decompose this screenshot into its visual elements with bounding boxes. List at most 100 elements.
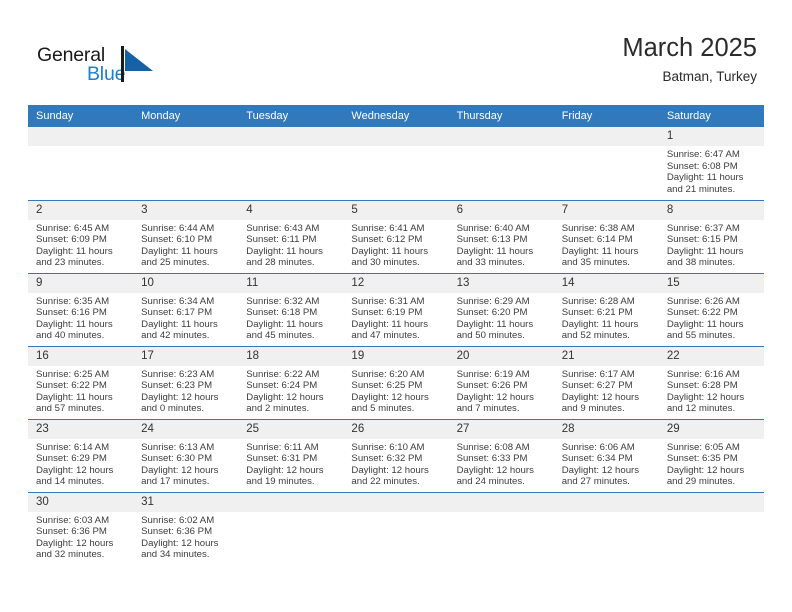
sunset-text: Sunset: 6:18 PM	[246, 307, 318, 319]
day-number	[28, 127, 134, 146]
sunrise-text: Sunrise: 6:34 AM	[141, 295, 215, 307]
day-cell[interactable]: 14 Sunrise: 6:28 AM Sunset: 6:21 PM Dayligh…	[553, 272, 659, 346]
weekday-header-row: Sunday Monday Tuesday Wednesday Thursday…	[28, 105, 764, 127]
sunrise-text: Sunrise: 6:43 AM	[246, 222, 320, 234]
daylight-text-line1: Daylight: 11 hours	[141, 318, 218, 330]
sunrise-text: Sunrise: 6:25 AM	[36, 368, 110, 380]
day-number: 28	[553, 419, 659, 439]
sunrise-text: Sunrise: 6:32 AM	[246, 295, 320, 307]
sunset-text: Sunset: 6:21 PM	[561, 307, 633, 319]
day-details: Sunrise: 6:11 AM Sunset: 6:31 PM Daylight:…	[238, 439, 343, 488]
day-cell[interactable]: 24 Sunrise: 6:13 AM Sunset: 6:30 PM Dayligh…	[133, 418, 239, 492]
daylight-text-line2: and 27 minutes.	[561, 476, 630, 488]
sunrise-text: Sunrise: 6:35 AM	[36, 295, 110, 307]
blue-triangle-flag-icon	[121, 46, 155, 82]
day-cell[interactable]: 16 Sunrise: 6:25 AM Sunset: 6:22 PM Dayligh…	[28, 345, 134, 419]
day-cell[interactable]: 4 Sunrise: 6:43 AM Sunset: 6:11 PM Daylight…	[238, 199, 344, 273]
day-number	[343, 492, 449, 512]
day-cell[interactable]: 18 Sunrise: 6:22 AM Sunset: 6:24 PM Dayligh…	[238, 345, 344, 419]
day-number: 7	[553, 200, 659, 220]
weekday-header-friday: Friday	[553, 105, 659, 127]
day-cell[interactable]: 27 Sunrise: 6:08 AM Sunset: 6:33 PM Dayligh…	[448, 418, 554, 492]
day-details: Sunrise: 6:20 AM Sunset: 6:25 PM Daylight:…	[343, 366, 448, 415]
day-cell[interactable]: 30 Sunrise: 6:03 AM Sunset: 6:36 PM Dayligh…	[28, 491, 134, 565]
calendar-body: 1 Sunrise: 6:47 AM Sunset: 6:08 PM Dayli…	[28, 127, 764, 565]
daylight-text-line1: Daylight: 11 hours	[561, 318, 639, 330]
day-cell[interactable]: 7 Sunrise: 6:38 AM Sunset: 6:14 PM Daylight…	[553, 199, 659, 273]
daylight-text-line2: and 57 minutes.	[36, 403, 105, 415]
sunrise-text: Sunrise: 6:44 AM	[141, 222, 215, 234]
sunrise-text: Sunrise: 6:13 AM	[141, 441, 215, 453]
day-cell[interactable]: 12 Sunrise: 6:31 AM Sunset: 6:19 PM Dayligh…	[343, 272, 449, 346]
day-cell[interactable]: 31 Sunrise: 6:02 AM Sunset: 6:36 PM Dayligh…	[133, 491, 239, 565]
day-cell[interactable]: 20 Sunrise: 6:19 AM Sunset: 6:26 PM Dayligh…	[448, 345, 554, 419]
day-number: 9	[28, 273, 134, 293]
day-number	[343, 127, 449, 146]
day-number: 5	[343, 200, 449, 220]
day-details: Sunrise: 6:05 AM Sunset: 6:35 PM Daylight:…	[659, 439, 764, 488]
brand-logo[interactable]: General Blue	[37, 44, 157, 90]
day-cell[interactable]: 23 Sunrise: 6:14 AM Sunset: 6:29 PM Dayligh…	[28, 418, 134, 492]
daylight-text-line1: Daylight: 11 hours	[36, 245, 113, 257]
day-details: Sunrise: 6:44 AM Sunset: 6:10 PM Daylight:…	[133, 220, 238, 269]
day-cell[interactable]: 22 Sunrise: 6:16 AM Sunset: 6:28 PM Dayligh…	[658, 345, 764, 419]
day-cell[interactable]: 26 Sunrise: 6:10 AM Sunset: 6:32 PM Dayligh…	[343, 418, 449, 492]
day-number: 17	[133, 346, 239, 366]
day-cell[interactable]: 10 Sunrise: 6:34 AM Sunset: 6:17 PM Dayligh…	[133, 272, 239, 346]
day-number	[658, 492, 764, 512]
day-cell[interactable]: 25 Sunrise: 6:11 AM Sunset: 6:31 PM Dayligh…	[238, 418, 344, 492]
sunset-text: Sunset: 6:33 PM	[456, 453, 528, 465]
day-number: 6	[448, 200, 554, 220]
day-number: 4	[238, 200, 344, 220]
sunset-text: Sunset: 6:13 PM	[456, 234, 528, 246]
day-cell-empty	[553, 127, 659, 200]
day-cell[interactable]: 1 Sunrise: 6:47 AM Sunset: 6:08 PM Dayli…	[658, 127, 764, 200]
day-cell-empty	[343, 127, 449, 200]
daylight-text-line1: Daylight: 12 hours	[141, 391, 219, 403]
day-cell[interactable]: 19 Sunrise: 6:20 AM Sunset: 6:25 PM Dayligh…	[343, 345, 449, 419]
day-details: Sunrise: 6:25 AM Sunset: 6:22 PM Daylight:…	[28, 366, 133, 415]
sunset-text: Sunset: 6:16 PM	[36, 307, 107, 319]
day-number: 21	[553, 346, 659, 366]
sunset-text: Sunset: 6:10 PM	[141, 234, 213, 246]
day-details: Sunrise: 6:14 AM Sunset: 6:29 PM Daylight:…	[28, 439, 133, 488]
daylight-text-line1: Daylight: 12 hours	[36, 464, 114, 476]
sunset-text: Sunset: 6:22 PM	[36, 380, 107, 392]
day-cell[interactable]: 13 Sunrise: 6:29 AM Sunset: 6:20 PM Dayligh…	[448, 272, 554, 346]
day-cell[interactable]: 6 Sunrise: 6:40 AM Sunset: 6:13 PM Daylight…	[448, 199, 554, 273]
daylight-text-line1: Daylight: 12 hours	[141, 464, 219, 476]
day-cell[interactable]: 5 Sunrise: 6:41 AM Sunset: 6:12 PM Daylight…	[343, 199, 449, 273]
day-cell[interactable]: 9 Sunrise: 6:35 AM Sunset: 6:16 PM Daylight…	[28, 272, 134, 346]
day-cell[interactable]: 28 Sunrise: 6:06 AM Sunset: 6:34 PM Dayligh…	[553, 418, 659, 492]
day-cell-empty	[133, 127, 239, 200]
sunset-text: Sunset: 6:17 PM	[141, 307, 213, 319]
day-cell[interactable]: 8 Sunrise: 6:37 AM Sunset: 6:15 PM Daylight…	[658, 199, 764, 273]
day-cell[interactable]: 17 Sunrise: 6:23 AM Sunset: 6:23 PM Dayligh…	[133, 345, 239, 419]
daylight-text-line2: and 50 minutes.	[456, 330, 525, 342]
daylight-text-line1: Daylight: 11 hours	[666, 245, 744, 257]
daylight-text-line2: and 55 minutes.	[666, 330, 736, 342]
day-cell[interactable]: 29 Sunrise: 6:05 AM Sunset: 6:35 PM Dayligh…	[658, 418, 764, 492]
day-cell[interactable]: 15 Sunrise: 6:26 AM Sunset: 6:22 PM Dayligh…	[658, 272, 764, 346]
sunrise-text: Sunrise: 6:19 AM	[456, 368, 530, 380]
sunrise-text: Sunrise: 6:23 AM	[141, 368, 215, 380]
calendar-week-row: 2 Sunrise: 6:45 AM Sunset: 6:09 PM Daylight…	[28, 199, 764, 273]
sunset-text: Sunset: 6:36 PM	[141, 526, 213, 538]
sunrise-text: Sunrise: 6:14 AM	[36, 441, 110, 453]
day-cell[interactable]: 11 Sunrise: 6:32 AM Sunset: 6:18 PM Dayligh…	[238, 272, 344, 346]
daylight-text-line1: Daylight: 12 hours	[561, 464, 640, 476]
day-cell[interactable]: 21 Sunrise: 6:17 AM Sunset: 6:27 PM Dayligh…	[553, 345, 659, 419]
daylight-text-line1: Daylight: 11 hours	[36, 318, 113, 330]
day-number: 8	[658, 200, 764, 220]
sunset-text: Sunset: 6:15 PM	[666, 234, 738, 246]
day-details: Sunrise: 6:26 AM Sunset: 6:22 PM Daylight:…	[659, 293, 764, 342]
calendar-week-row: 9 Sunrise: 6:35 AM Sunset: 6:16 PM Daylight…	[28, 272, 764, 346]
day-details: Sunrise: 6:03 AM Sunset: 6:36 PM Daylight:…	[28, 512, 133, 561]
day-details: Sunrise: 6:06 AM Sunset: 6:34 PM Daylight:…	[554, 439, 659, 488]
daylight-text-line1: Daylight: 12 hours	[36, 537, 114, 549]
day-cell[interactable]: 3 Sunrise: 6:44 AM Sunset: 6:10 PM Daylight…	[133, 199, 239, 273]
daylight-text-line2: and 42 minutes.	[141, 330, 210, 342]
day-number	[448, 492, 554, 512]
day-number	[553, 492, 659, 512]
day-cell[interactable]: 2 Sunrise: 6:45 AM Sunset: 6:09 PM Daylight…	[28, 199, 134, 273]
